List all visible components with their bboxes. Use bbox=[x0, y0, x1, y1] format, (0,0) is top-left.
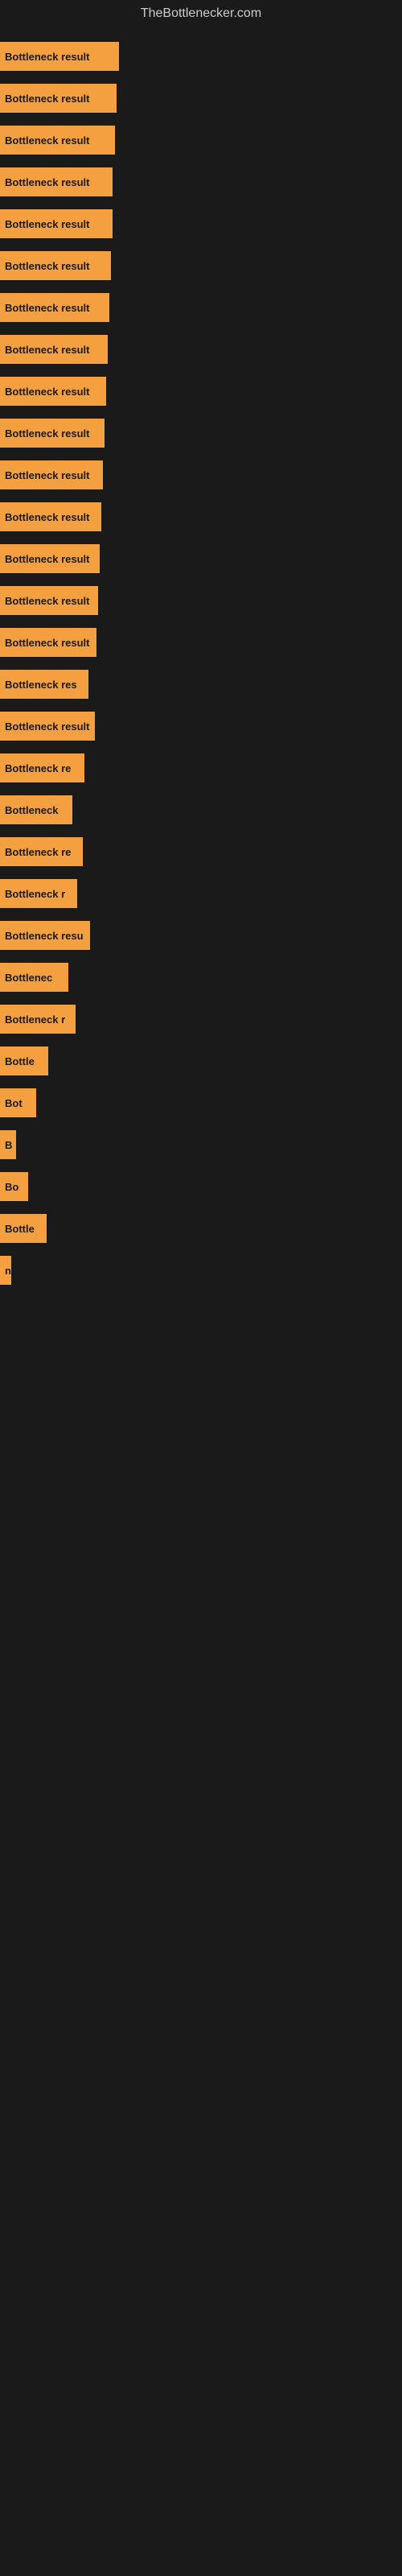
bar-row bbox=[0, 1584, 402, 1626]
bottleneck-bar[interactable]: Bottleneck re bbox=[0, 753, 84, 782]
bottleneck-bar[interactable]: Bottleneck result bbox=[0, 502, 101, 531]
bar-row: Bottlenec bbox=[0, 956, 402, 998]
bar-row bbox=[0, 1710, 402, 1752]
bar-row bbox=[0, 1417, 402, 1459]
bar-row: Bottleneck result bbox=[0, 35, 402, 77]
bottleneck-bar[interactable]: Bottle bbox=[0, 1214, 47, 1243]
bar-row bbox=[0, 1961, 402, 2003]
bottleneck-bar[interactable]: Bottle bbox=[0, 1046, 48, 1075]
bar-row bbox=[0, 1835, 402, 1877]
bar-row bbox=[0, 2003, 402, 2045]
bottleneck-bar[interactable]: Bottleneck r bbox=[0, 879, 77, 908]
bar-row: Bottleneck resu bbox=[0, 914, 402, 956]
bottleneck-bar[interactable]: Bottleneck result bbox=[0, 84, 117, 113]
bottleneck-bar[interactable]: Bottleneck r bbox=[0, 1005, 76, 1034]
site-title: TheBottlenecker.com bbox=[0, 0, 402, 27]
bar-row bbox=[0, 1375, 402, 1417]
bottleneck-bar[interactable]: Bottleneck result bbox=[0, 460, 103, 489]
bar-row: Bot bbox=[0, 1082, 402, 1124]
bottleneck-bar[interactable]: Bottleneck re bbox=[0, 837, 83, 866]
bar-row: Bottleneck result bbox=[0, 454, 402, 496]
bar-row bbox=[0, 1877, 402, 1919]
bar-row: Bottleneck re bbox=[0, 747, 402, 789]
bar-row bbox=[0, 1626, 402, 1668]
bar-row bbox=[0, 2463, 402, 2505]
bottleneck-bar[interactable]: Bottleneck resu bbox=[0, 921, 90, 950]
bar-row bbox=[0, 1794, 402, 1835]
bar-row: Bottleneck bbox=[0, 789, 402, 831]
bottleneck-bar[interactable]: Bottleneck bbox=[0, 795, 72, 824]
bottleneck-bar[interactable]: Bottleneck result bbox=[0, 335, 108, 364]
bottleneck-bar[interactable]: Bottleneck result bbox=[0, 544, 100, 573]
bar-row: Bo bbox=[0, 1166, 402, 1208]
bottleneck-bar[interactable]: Bottlenec bbox=[0, 963, 68, 992]
bar-row bbox=[0, 2170, 402, 2212]
bar-row: Bottleneck result bbox=[0, 412, 402, 454]
bottleneck-bar[interactable]: Bot bbox=[0, 1088, 36, 1117]
bottleneck-bar[interactable]: Bottleneck result bbox=[0, 419, 105, 448]
bar-row bbox=[0, 1752, 402, 1794]
bar-row: Bottleneck res bbox=[0, 663, 402, 705]
bar-row bbox=[0, 2296, 402, 2338]
bottleneck-bar[interactable]: B bbox=[0, 1130, 16, 1159]
bar-row: Bottleneck result bbox=[0, 496, 402, 538]
bar-row: Bottleneck result bbox=[0, 203, 402, 245]
bottleneck-bar[interactable]: Bottleneck result bbox=[0, 209, 113, 238]
bar-row: Bottleneck result bbox=[0, 580, 402, 621]
bar-row: Bottleneck result bbox=[0, 245, 402, 287]
bar-row: Bottleneck r bbox=[0, 873, 402, 914]
bar-row bbox=[0, 2338, 402, 2380]
bar-row: Bottleneck re bbox=[0, 831, 402, 873]
bottleneck-bar[interactable]: Bottleneck result bbox=[0, 586, 98, 615]
bar-row bbox=[0, 2421, 402, 2463]
bar-row: Bottleneck r bbox=[0, 998, 402, 1040]
bars-container: Bottleneck result Bottleneck result Bottle… bbox=[0, 27, 402, 2555]
bar-row bbox=[0, 1919, 402, 1961]
bar-row: Bottle bbox=[0, 1208, 402, 1249]
bar-row: B bbox=[0, 1124, 402, 1166]
bar-row: Bottleneck result bbox=[0, 621, 402, 663]
bar-row bbox=[0, 2087, 402, 2128]
bottleneck-bar[interactable]: Bottleneck result bbox=[0, 251, 111, 280]
bar-row: Bottleneck result bbox=[0, 119, 402, 161]
bottleneck-bar[interactable]: Bottleneck result bbox=[0, 712, 95, 741]
bar-row: Bottleneck result bbox=[0, 328, 402, 370]
bottleneck-bar[interactable]: n bbox=[0, 1256, 11, 1285]
bar-row bbox=[0, 2045, 402, 2087]
bar-row: Bottleneck result bbox=[0, 538, 402, 580]
bar-row: Bottleneck result bbox=[0, 77, 402, 119]
bottleneck-bar[interactable]: Bottleneck result bbox=[0, 167, 113, 196]
bottleneck-bar[interactable]: Bottleneck result bbox=[0, 293, 109, 322]
bar-row bbox=[0, 1668, 402, 1710]
bar-row bbox=[0, 1501, 402, 1542]
bar-row: Bottle bbox=[0, 1040, 402, 1082]
bottleneck-bar[interactable]: Bottleneck result bbox=[0, 377, 106, 406]
bar-row bbox=[0, 1291, 402, 1333]
bar-row bbox=[0, 2128, 402, 2170]
bar-row: n bbox=[0, 1249, 402, 1291]
bar-row: Bottleneck result bbox=[0, 161, 402, 203]
bar-row bbox=[0, 2505, 402, 2547]
bottleneck-bar[interactable]: Bottleneck res bbox=[0, 670, 88, 699]
bar-row: Bottleneck result bbox=[0, 370, 402, 412]
bottleneck-bar[interactable]: Bottleneck result bbox=[0, 126, 115, 155]
bottleneck-bar[interactable]: Bottleneck result bbox=[0, 628, 96, 657]
bottleneck-bar[interactable]: Bottleneck result bbox=[0, 42, 119, 71]
bar-row bbox=[0, 1542, 402, 1584]
bar-row: Bottleneck result bbox=[0, 287, 402, 328]
bar-row bbox=[0, 1459, 402, 1501]
bottleneck-bar[interactable]: Bo bbox=[0, 1172, 28, 1201]
bar-row bbox=[0, 2212, 402, 2254]
bar-row bbox=[0, 2380, 402, 2421]
bar-row: Bottleneck result bbox=[0, 705, 402, 747]
bar-row bbox=[0, 1333, 402, 1375]
bar-row bbox=[0, 2254, 402, 2296]
